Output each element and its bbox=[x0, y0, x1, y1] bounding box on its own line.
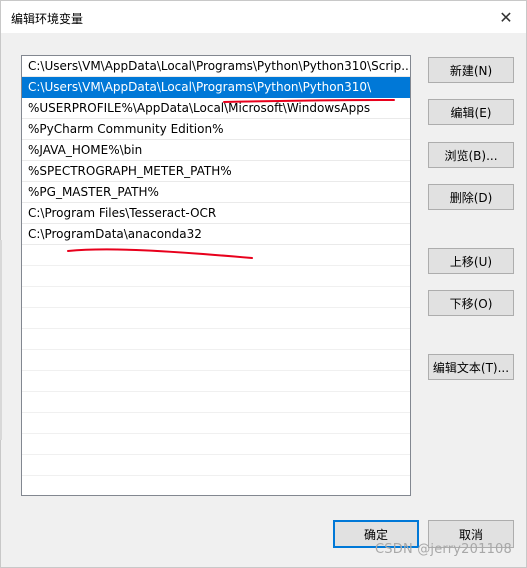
watermark: CSDN @jerry201108 bbox=[375, 542, 512, 557]
path-text: %SPECTROGRAPH_METER_PATH% bbox=[28, 164, 232, 178]
edit-text-button[interactable]: 编辑文本(T)... bbox=[428, 354, 514, 380]
path-list[interactable]: C:\Users\VM\AppData\Local\Programs\Pytho… bbox=[21, 55, 411, 496]
new-button[interactable]: 新建(N) bbox=[428, 57, 514, 83]
empty-row[interactable] bbox=[22, 455, 410, 476]
path-list-item[interactable]: C:\Program Files\Tesseract-OCR bbox=[22, 203, 410, 224]
background-edge bbox=[0, 240, 2, 440]
path-list-item[interactable]: %USERPROFILE%\AppData\Local\Microsoft\Wi… bbox=[22, 98, 410, 119]
close-button[interactable]: ✕ bbox=[492, 5, 520, 29]
browse-button[interactable]: 浏览(B)... bbox=[428, 142, 514, 168]
path-text: %JAVA_HOME%\bin bbox=[28, 143, 143, 157]
path-text: %PyCharm Community Edition% bbox=[28, 122, 224, 136]
path-list-item[interactable]: C:\Users\VM\AppData\Local\Programs\Pytho… bbox=[22, 56, 410, 77]
path-text: C:\ProgramData\anaconda32 bbox=[28, 227, 202, 241]
window-title: 编辑环境变量 bbox=[11, 12, 84, 26]
edit-env-variable-dialog: 编辑环境变量 ✕ C:\Users\VM\AppData\Local\Progr… bbox=[0, 0, 527, 568]
empty-row[interactable] bbox=[22, 350, 410, 371]
empty-row[interactable] bbox=[22, 329, 410, 350]
delete-button[interactable]: 删除(D) bbox=[428, 184, 514, 210]
path-text: C:\Users\VM\AppData\Local\Programs\Pytho… bbox=[28, 59, 410, 73]
empty-row[interactable] bbox=[22, 308, 410, 329]
empty-row[interactable] bbox=[22, 371, 410, 392]
empty-row[interactable] bbox=[22, 266, 410, 287]
path-list-item[interactable]: %PG_MASTER_PATH% bbox=[22, 182, 410, 203]
close-icon: ✕ bbox=[499, 7, 513, 27]
path-text: %USERPROFILE%\AppData\Local\Microsoft\Wi… bbox=[28, 101, 371, 115]
path-list-item[interactable]: %JAVA_HOME%\bin bbox=[22, 140, 410, 161]
edit-button[interactable]: 编辑(E) bbox=[428, 99, 514, 125]
move-down-button[interactable]: 下移(O) bbox=[428, 290, 514, 316]
path-text: C:\Users\VM\AppData\Local\Programs\Pytho… bbox=[28, 80, 372, 94]
empty-row[interactable] bbox=[22, 476, 410, 495]
empty-row[interactable] bbox=[22, 392, 410, 413]
path-list-item[interactable]: %SPECTROGRAPH_METER_PATH% bbox=[22, 161, 410, 182]
move-up-button[interactable]: 上移(U) bbox=[428, 248, 514, 274]
empty-row[interactable] bbox=[22, 287, 410, 308]
title-bar: 编辑环境变量 ✕ bbox=[1, 1, 526, 33]
path-list-item[interactable]: %PyCharm Community Edition% bbox=[22, 119, 410, 140]
path-text: %PG_MASTER_PATH% bbox=[28, 185, 159, 199]
path-text: C:\Program Files\Tesseract-OCR bbox=[28, 206, 217, 220]
path-list-item-selected[interactable]: C:\Users\VM\AppData\Local\Programs\Pytho… bbox=[22, 77, 410, 98]
empty-row[interactable] bbox=[22, 245, 410, 266]
empty-row[interactable] bbox=[22, 413, 410, 434]
path-list-item[interactable]: C:\ProgramData\anaconda32 bbox=[22, 224, 410, 245]
empty-row[interactable] bbox=[22, 434, 410, 455]
